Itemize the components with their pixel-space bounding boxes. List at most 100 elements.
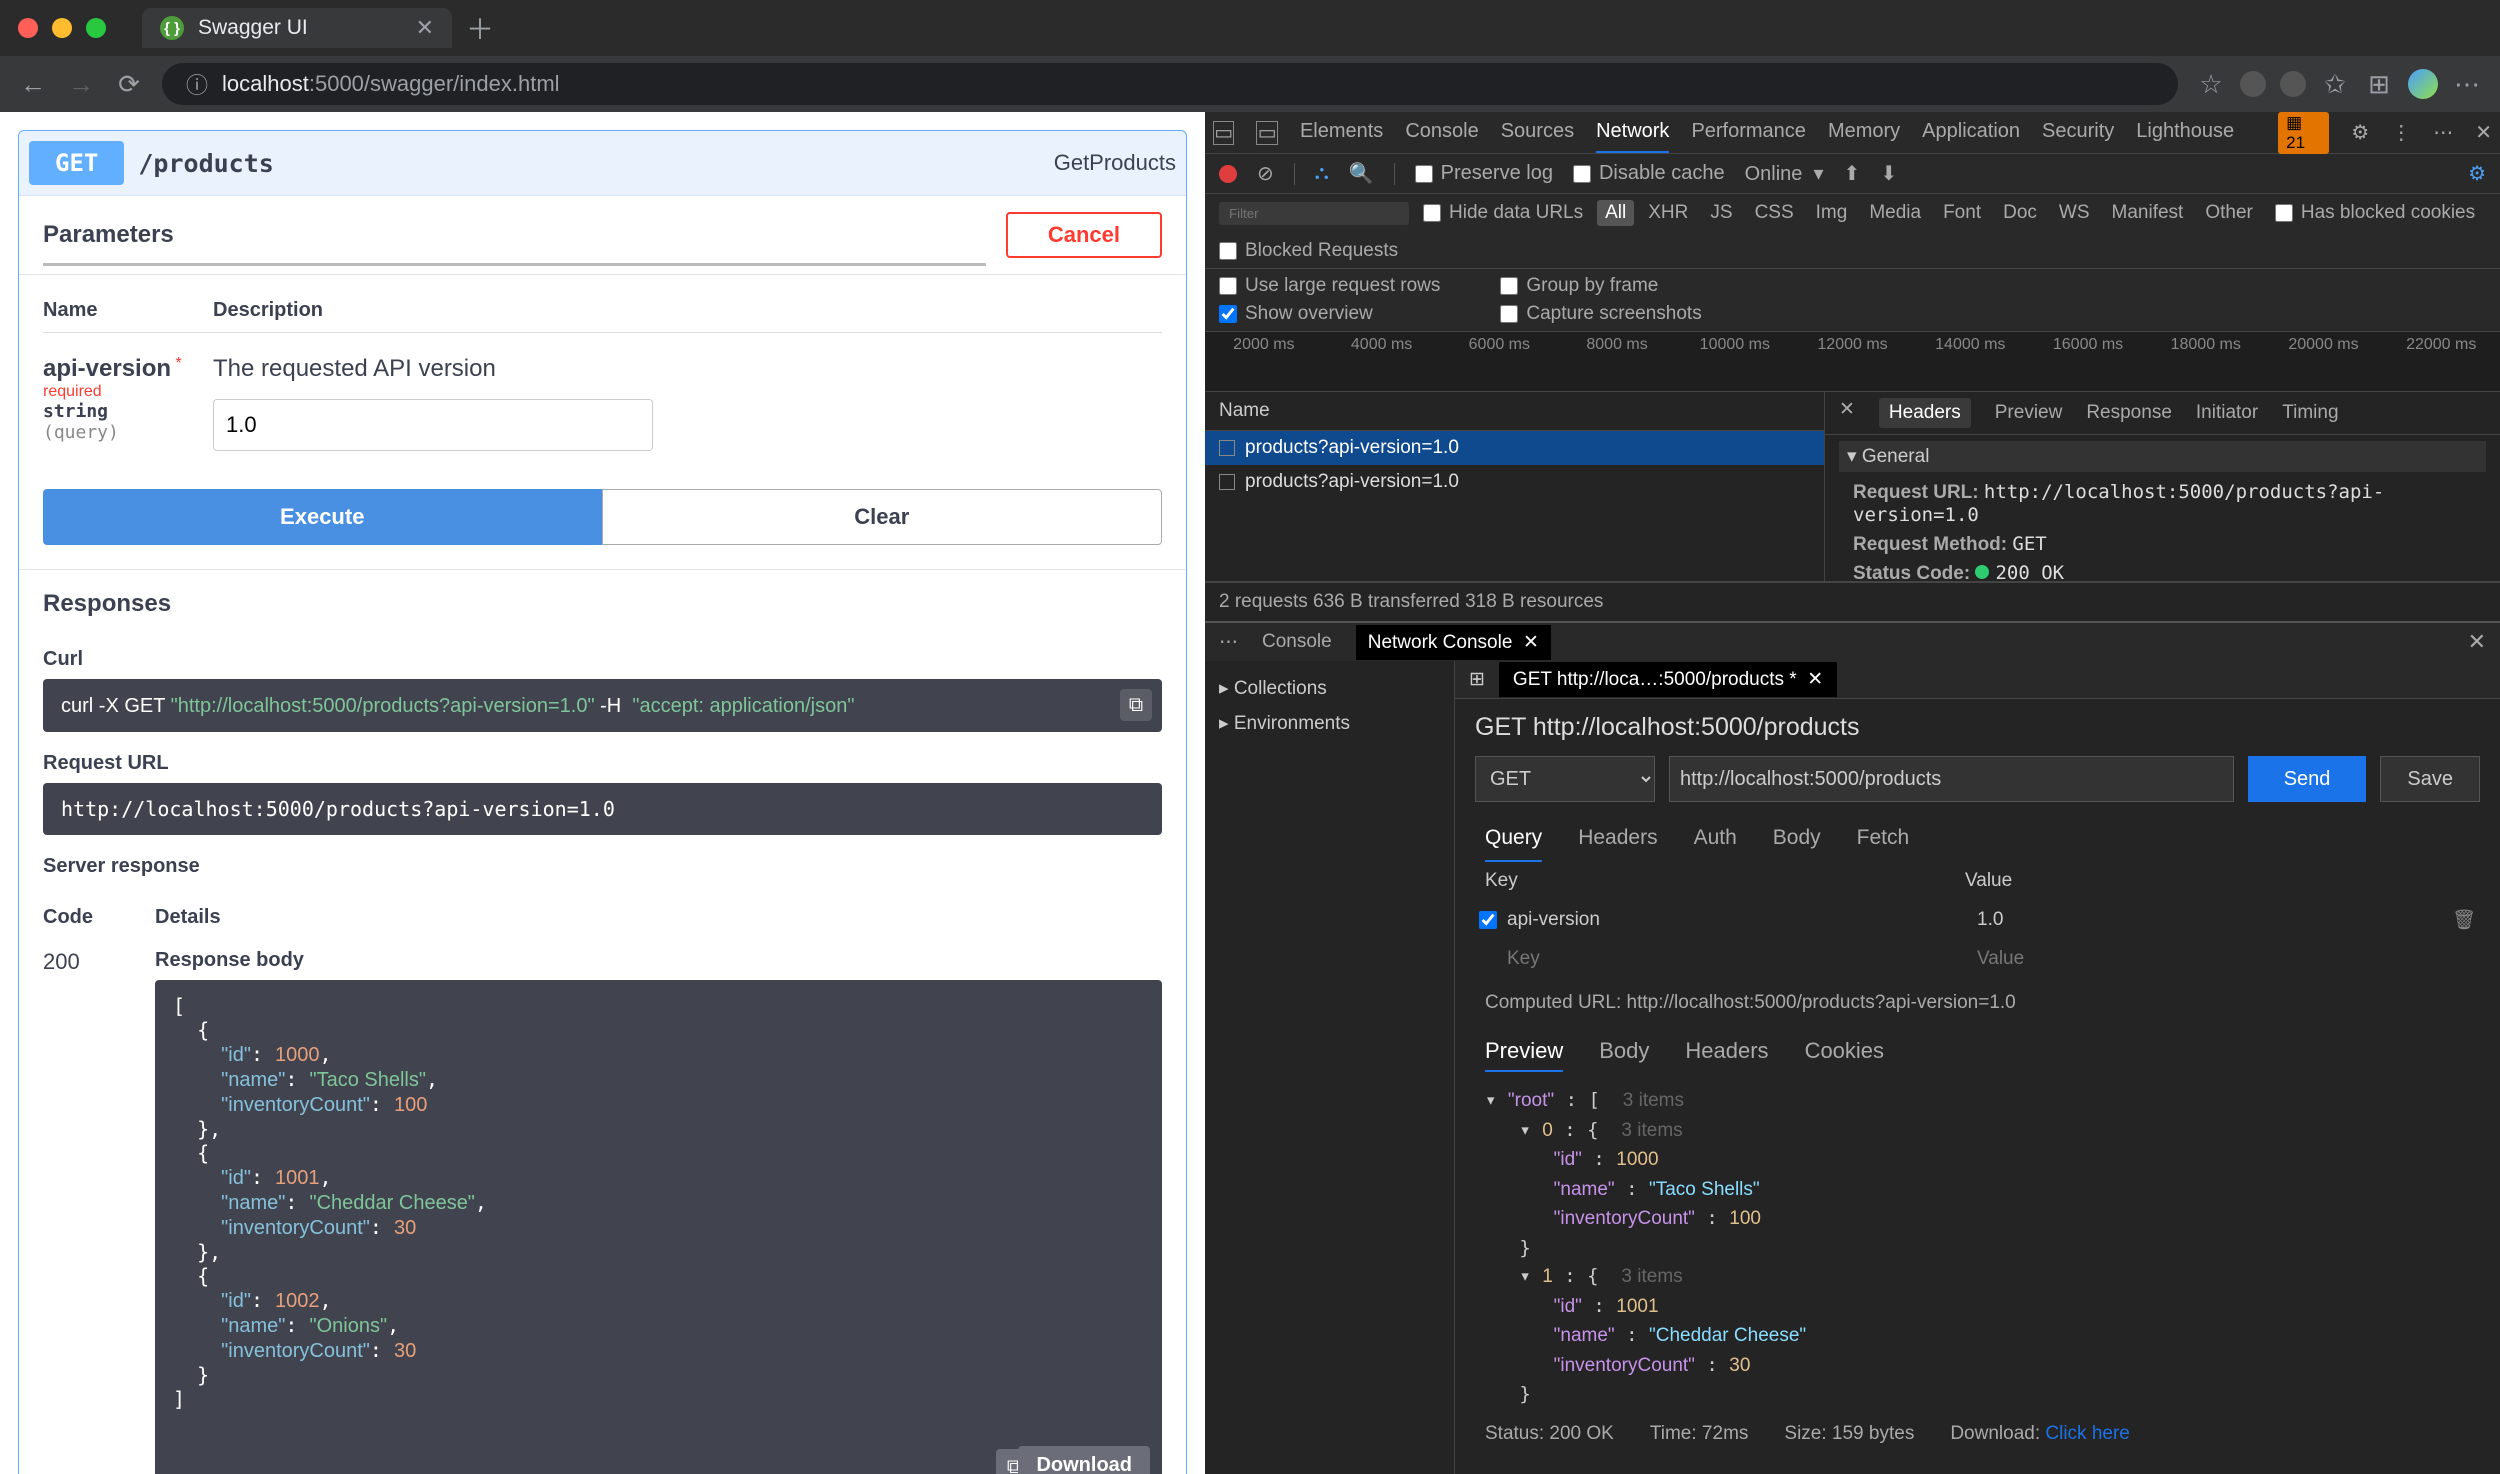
maximize-window-button[interactable] — [86, 18, 106, 38]
import-har-icon[interactable]: ⬆ — [1844, 161, 1861, 186]
collections-item[interactable]: ▸ Collections — [1215, 671, 1444, 706]
devtools-tab-lighthouse[interactable]: Lighthouse — [2136, 112, 2234, 153]
download-button[interactable]: Download — [1018, 1446, 1150, 1474]
response-json-tree[interactable]: ▾ "root" : [ 3 items ▾ 0 : { 3 items "id… — [1455, 1082, 2500, 1413]
filter-type-manifest[interactable]: Manifest — [2104, 200, 2192, 226]
filter-type-doc[interactable]: Doc — [1995, 200, 2045, 226]
preserve-log-checkbox[interactable]: Preserve log — [1415, 162, 1553, 185]
warning-count-badge[interactable]: ▦ 21 — [2278, 112, 2329, 154]
filter-type-all[interactable]: All — [1597, 200, 1634, 226]
back-button[interactable]: ← — [18, 69, 48, 99]
filter-input[interactable] — [1219, 202, 1409, 225]
filter-type-font[interactable]: Font — [1935, 200, 1989, 226]
cancel-button[interactable]: Cancel — [1006, 212, 1162, 258]
clear-log-icon[interactable]: ⊘ — [1257, 161, 1274, 186]
browser-menu-icon[interactable]: ⋯ — [2452, 69, 2482, 99]
devtools-settings-icon[interactable]: ⚙ — [2351, 120, 2369, 145]
environments-item[interactable]: ▸ Environments — [1215, 706, 1444, 741]
favorites-icon[interactable]: ✩ — [2320, 69, 2350, 99]
filter-type-media[interactable]: Media — [1861, 200, 1929, 226]
profile-avatar[interactable] — [2408, 69, 2438, 99]
save-button[interactable]: Save — [2380, 756, 2480, 802]
delete-param-icon[interactable]: 🗑 — [2452, 908, 2476, 932]
filter-type-ws[interactable]: WS — [2051, 200, 2098, 226]
download-link[interactable]: Click here — [2045, 1423, 2129, 1444]
request-subtab-body[interactable]: Body — [1773, 816, 1821, 862]
request-subtab-auth[interactable]: Auth — [1694, 816, 1737, 862]
minimize-window-button[interactable] — [52, 18, 72, 38]
export-har-icon[interactable]: ⬇ — [1880, 161, 1897, 186]
filter-type-css[interactable]: CSS — [1747, 200, 1802, 226]
inspect-element-icon[interactable]: ▭ — [1213, 121, 1234, 145]
param-value[interactable]: 1.0 — [1977, 909, 2003, 931]
param-key[interactable]: api-version — [1507, 909, 1967, 931]
request-subtab-fetch[interactable]: Fetch — [1857, 816, 1910, 862]
request-subtab-headers[interactable]: Headers — [1578, 816, 1657, 862]
operation-header[interactable]: GET /products GetProducts — [19, 131, 1186, 195]
detail-tab-timing[interactable]: Timing — [2282, 398, 2338, 428]
devtools-close-icon[interactable]: ✕ — [2475, 120, 2492, 145]
filter-type-xhr[interactable]: XHR — [1640, 200, 1696, 226]
bookmark-icon[interactable]: ☆ — [2196, 69, 2226, 99]
filter-type-js[interactable]: JS — [1702, 200, 1740, 226]
request-row[interactable]: products?api-version=1.0 — [1205, 465, 1824, 499]
new-tab-button[interactable]: ＋ — [466, 8, 494, 48]
clear-button[interactable]: Clear — [602, 489, 1163, 545]
devtools-tab-console[interactable]: Console — [1405, 112, 1478, 153]
hide-data-urls-checkbox[interactable]: Hide data URLs — [1423, 202, 1583, 224]
large-rows-checkbox[interactable]: Use large request rows — [1219, 275, 1440, 297]
send-button[interactable]: Send — [2248, 756, 2367, 802]
devtools-more-icon[interactable]: ⋮ — [2391, 120, 2411, 145]
reload-button[interactable]: ⟳ — [114, 69, 144, 99]
devtools-menu-icon[interactable]: ⋯ — [2433, 120, 2453, 145]
name-column-header[interactable]: Name — [1205, 392, 1824, 431]
devtools-tab-elements[interactable]: Elements — [1300, 112, 1383, 153]
devtools-tab-application[interactable]: Application — [1922, 112, 2020, 153]
devtools-tab-security[interactable]: Security — [2042, 112, 2114, 153]
throttle-select[interactable]: Online ▾ — [1745, 161, 1824, 186]
detail-tab-headers[interactable]: Headers — [1879, 398, 1971, 428]
extensions-icon[interactable]: ⊞ — [2364, 69, 2394, 99]
close-detail-icon[interactable]: ✕ — [1839, 398, 1855, 428]
method-select[interactable]: GET — [1475, 756, 1655, 802]
request-url-input[interactable] — [1669, 756, 2234, 802]
query-param-row[interactable]: api-version 1.0 🗑 — [1455, 900, 2500, 940]
param-key-placeholder[interactable]: Key — [1507, 948, 1967, 970]
param-value-input[interactable] — [213, 399, 653, 451]
browser-tab[interactable]: { } Swagger UI ✕ — [142, 8, 452, 48]
devtools-tab-network[interactable]: Network — [1596, 112, 1669, 153]
device-toolbar-icon[interactable]: ▭ — [1256, 121, 1277, 145]
extension-icon[interactable] — [2240, 71, 2266, 97]
record-button[interactable] — [1219, 165, 1237, 183]
detail-tab-preview[interactable]: Preview — [1995, 398, 2063, 428]
response-tab-cookies[interactable]: Cookies — [1805, 1038, 1884, 1072]
drawer-network-console-tab[interactable]: Network Console ✕ — [1356, 625, 1551, 660]
site-info-icon[interactable]: ⓘ — [186, 68, 208, 100]
blocked-requests-checkbox[interactable]: Blocked Requests — [1219, 240, 1398, 262]
general-section-header[interactable]: ▾ General — [1839, 441, 2486, 472]
detail-tab-initiator[interactable]: Initiator — [2196, 398, 2258, 428]
copy-curl-icon[interactable]: ⧉ — [1120, 689, 1152, 721]
filter-type-img[interactable]: Img — [1808, 200, 1856, 226]
param-value-placeholder[interactable]: Value — [1977, 948, 2024, 970]
show-overview-checkbox[interactable]: Show overview — [1219, 303, 1440, 325]
filter-toggle-icon[interactable]: ⛬ — [1315, 162, 1329, 185]
devtools-tab-sources[interactable]: Sources — [1501, 112, 1574, 153]
devtools-tab-performance[interactable]: Performance — [1691, 112, 1806, 153]
drawer-console-tab[interactable]: Console — [1262, 631, 1332, 653]
disable-cache-checkbox[interactable]: Disable cache — [1573, 162, 1725, 185]
request-row[interactable]: products?api-version=1.0 — [1205, 431, 1824, 465]
response-tab-headers[interactable]: Headers — [1685, 1038, 1768, 1072]
group-frame-checkbox[interactable]: Group by frame — [1500, 275, 1701, 297]
drawer-more-icon[interactable]: ⋯ — [1219, 631, 1238, 654]
filter-type-other[interactable]: Other — [2197, 200, 2261, 226]
network-settings-icon[interactable]: ⚙ — [2468, 161, 2486, 186]
close-window-button[interactable] — [18, 18, 38, 38]
response-tab-body[interactable]: Body — [1599, 1038, 1649, 1072]
request-subtab-query[interactable]: Query — [1485, 816, 1542, 862]
detail-tab-response[interactable]: Response — [2086, 398, 2172, 428]
new-request-icon[interactable]: ⊞ — [1469, 668, 1485, 691]
blocked-cookies-checkbox[interactable]: Has blocked cookies — [2275, 202, 2475, 224]
execute-button[interactable]: Execute — [43, 489, 602, 545]
param-enabled-checkbox[interactable] — [1479, 911, 1497, 929]
